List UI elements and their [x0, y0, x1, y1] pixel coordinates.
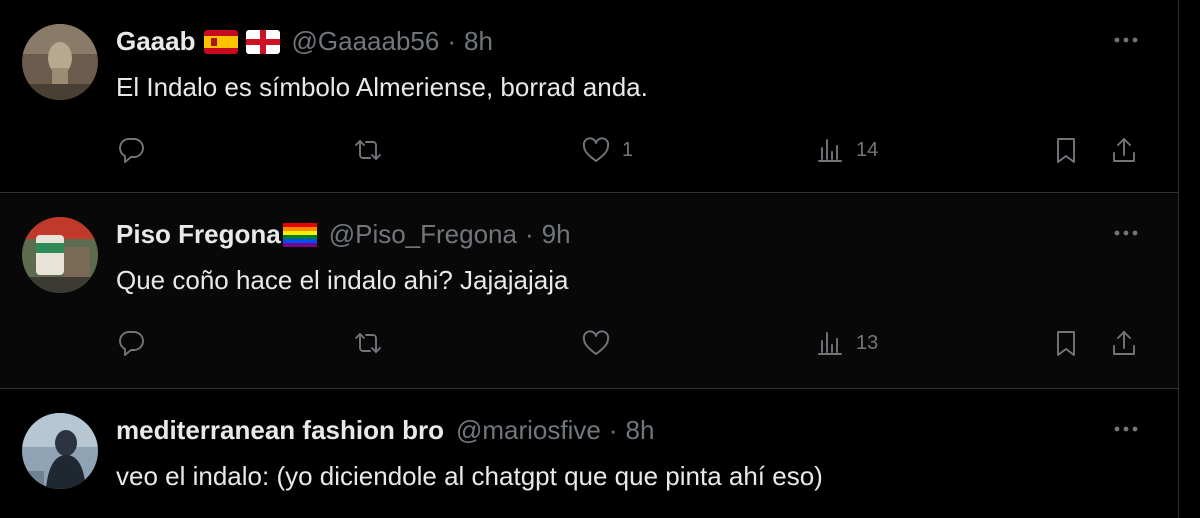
timestamp[interactable]: 9h — [542, 219, 571, 250]
england-flag-icon — [245, 29, 280, 54]
retweet-button[interactable] — [352, 130, 384, 170]
reply-button[interactable] — [116, 323, 148, 363]
retweet-icon — [355, 333, 381, 353]
handle[interactable]: @Gaaaab56 — [292, 26, 440, 57]
avatar[interactable] — [22, 24, 98, 100]
bookmark-button[interactable] — [1050, 130, 1082, 170]
reply-icon — [119, 138, 144, 163]
like-button[interactable]: 1 — [580, 130, 633, 170]
reply-button[interactable] — [116, 130, 148, 170]
heart-icon — [582, 137, 610, 162]
more-options-icon[interactable] — [1110, 419, 1142, 439]
tweet-text: Que coño hace el indalo ahi? Jajajajaja — [116, 265, 569, 295]
avatar[interactable] — [22, 217, 98, 293]
share-icon — [1113, 331, 1135, 355]
view-count: 13 — [856, 331, 879, 354]
handle[interactable]: @mariosfive — [456, 415, 601, 446]
like-button[interactable] — [580, 323, 622, 363]
display-name[interactable]: Piso Fregona — [116, 219, 281, 250]
like-count: 1 — [622, 138, 634, 161]
reply-feed: Gaaab @Gaaaab56 · 8h El Indalo es símbol… — [0, 0, 1179, 518]
handle[interactable]: @Piso_Fregona — [329, 219, 517, 250]
more-options-icon[interactable] — [1110, 223, 1142, 243]
heart-icon — [582, 330, 610, 355]
views-icon — [818, 332, 842, 355]
display-name[interactable]: Gaaab — [116, 26, 196, 57]
timestamp[interactable]: 8h — [464, 26, 493, 57]
tweet-text: veo el indalo: (yo diciendole al chatgpt… — [116, 461, 823, 491]
view-count: 14 — [856, 138, 879, 161]
tweet[interactable]: Piso Fregona @Piso_Fregona · 9h Que coño… — [0, 193, 1178, 389]
share-button[interactable] — [1108, 130, 1140, 170]
separator-dot: · — [608, 415, 618, 445]
action-bar: 13 — [0, 323, 1178, 363]
retweet-icon — [355, 140, 381, 160]
more-options-icon[interactable] — [1110, 30, 1142, 50]
timestamp[interactable]: 8h — [626, 415, 655, 446]
avatar[interactable] — [22, 413, 98, 489]
rainbow-flag-icon — [282, 222, 317, 247]
separator-dot: · — [524, 219, 534, 249]
views-button[interactable]: 13 — [814, 323, 878, 363]
display-name[interactable]: mediterranean fashion bro — [116, 415, 444, 446]
retweet-button[interactable] — [352, 323, 384, 363]
views-button[interactable]: 14 — [814, 130, 878, 170]
views-icon — [818, 139, 842, 162]
share-icon — [1113, 138, 1135, 162]
bookmark-button[interactable] — [1050, 323, 1082, 363]
tweet-text: El Indalo es símbolo Almeriense, borrad … — [116, 72, 648, 102]
reply-icon — [119, 331, 144, 356]
bookmark-icon — [1057, 331, 1075, 356]
share-button[interactable] — [1108, 323, 1140, 363]
tweet[interactable]: Gaaab @Gaaaab56 · 8h El Indalo es símbol… — [0, 0, 1178, 193]
spain-flag-icon — [203, 29, 238, 54]
tweet[interactable]: mediterranean fashion bro @mariosfive · … — [0, 389, 1178, 518]
action-bar: 1 14 — [0, 130, 1178, 170]
bookmark-icon — [1057, 138, 1075, 163]
separator-dot: · — [447, 26, 457, 56]
